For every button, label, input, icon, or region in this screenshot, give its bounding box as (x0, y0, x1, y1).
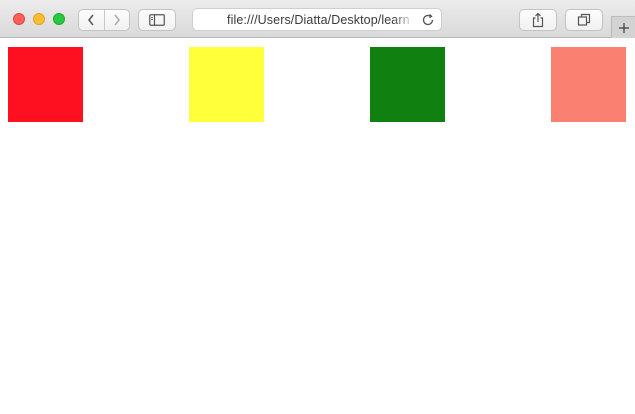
share-icon (532, 12, 544, 28)
forward-button[interactable] (105, 10, 130, 30)
navigation-buttons (78, 9, 130, 31)
red-box (8, 47, 83, 122)
new-tab-button[interactable] (611, 16, 635, 38)
close-window-button[interactable] (13, 13, 25, 25)
minimize-window-button[interactable] (33, 13, 45, 25)
sidebar-icon (149, 14, 165, 26)
plus-icon (618, 22, 629, 33)
chevron-left-icon (88, 14, 94, 26)
salmon-box (551, 47, 626, 122)
sidebar-button[interactable] (138, 9, 176, 31)
browser-toolbar: file:///Users/Diatta/Desktop/learn (0, 0, 635, 38)
tabs-overview-button[interactable] (565, 9, 603, 31)
chevron-right-icon (114, 14, 120, 26)
tabs-overview-icon (577, 13, 591, 26)
reload-icon[interactable] (421, 13, 435, 27)
zoom-window-button[interactable] (53, 13, 65, 25)
share-button[interactable] (519, 9, 557, 31)
address-bar[interactable]: file:///Users/Diatta/Desktop/learn (192, 8, 442, 31)
green-box (370, 47, 445, 122)
back-button[interactable] (79, 10, 105, 30)
browser-window: file:///Users/Diatta/Desktop/learn (0, 0, 635, 414)
yellow-box (189, 47, 264, 122)
url-text: file:///Users/Diatta/Desktop/learn (227, 13, 410, 27)
page-content (0, 38, 635, 414)
url-fade (393, 9, 415, 30)
